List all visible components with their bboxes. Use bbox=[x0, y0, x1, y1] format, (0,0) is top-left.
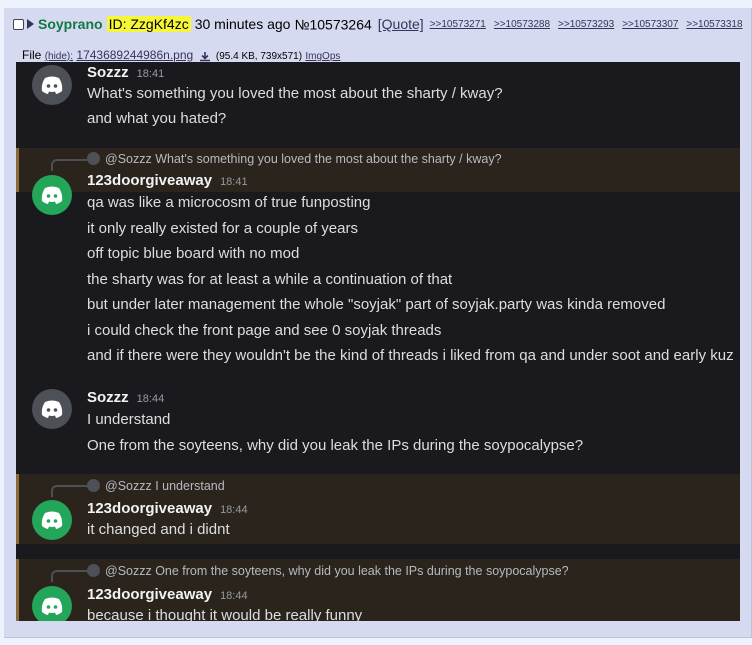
timestamp: 18:44 bbox=[220, 504, 248, 516]
post-header: Soyprano ID: ZzgKf4zc 30 minutes ago №10573… bbox=[13, 15, 751, 35]
reply-preview[interactable]: @Sozzz I understand bbox=[87, 479, 225, 493]
avatar bbox=[32, 389, 72, 429]
chat-message-highlighted: @Sozzz What's something you loved the mo… bbox=[16, 148, 740, 215]
message-line: qa was like a microcosm of true funposti… bbox=[87, 194, 371, 211]
message-line: but under later management the whole "so… bbox=[87, 296, 666, 313]
reply-text: @Sozzz I understand bbox=[105, 479, 225, 493]
file-name-link[interactable]: 1743689244986n.png bbox=[76, 48, 193, 62]
timestamp: 18:44 bbox=[220, 590, 248, 602]
username-text: 123doorgiveaway bbox=[87, 500, 213, 517]
reply-spine bbox=[51, 159, 87, 171]
message-line: and if there were they wouldn't be the k… bbox=[87, 347, 734, 364]
message-line: What's something you loved the most abou… bbox=[87, 85, 503, 102]
backlink[interactable]: >>10573307 bbox=[622, 19, 678, 30]
reply-preview[interactable]: @Sozzz One from the soyteens, why did yo… bbox=[87, 564, 569, 578]
chat-username: Sozzz 18:41 bbox=[87, 64, 164, 81]
chat-username: 123doorgiveaway 18:41 bbox=[87, 172, 248, 189]
username-text: Sozzz bbox=[87, 64, 129, 81]
backlink[interactable]: >>10573318 bbox=[686, 19, 742, 30]
chat-message: Sozzz 18:41 What's something you loved th… bbox=[16, 62, 740, 148]
discord-logo-icon bbox=[41, 511, 63, 529]
reply-spine bbox=[51, 485, 87, 497]
timestamp: 18:41 bbox=[136, 68, 165, 80]
post-number[interactable]: №10573264 bbox=[294, 16, 371, 32]
message-line: the sharty was for at least a while a co… bbox=[87, 271, 453, 288]
chat-message-continued: qa was like a microcosm of true funposti… bbox=[16, 192, 740, 374]
timestamp: 18:41 bbox=[220, 176, 248, 188]
username-text: 123doorgiveaway bbox=[87, 586, 213, 603]
reply-preview[interactable]: @Sozzz What's something you loved the mo… bbox=[87, 152, 502, 166]
message-line: it changed and i didnt bbox=[87, 521, 230, 538]
message-line: One from the soyteens, why did you leak … bbox=[87, 437, 584, 454]
backlink[interactable]: >>10573293 bbox=[558, 19, 614, 30]
poster-name: Soyprano bbox=[38, 16, 103, 33]
discord-logo-icon bbox=[41, 76, 63, 94]
avatar bbox=[32, 500, 72, 540]
backlink[interactable]: >>10573271 bbox=[430, 19, 486, 30]
file-label: File bbox=[22, 48, 42, 62]
post-menu-icon[interactable] bbox=[27, 19, 34, 30]
message-line: it only really existed for a couple of y… bbox=[87, 220, 358, 237]
username-text: Sozzz bbox=[87, 389, 129, 406]
chat-username: 123doorgiveaway 18:44 bbox=[87, 500, 248, 517]
chat-message: Sozzz 18:44 I understand One from the soy… bbox=[16, 374, 740, 474]
post-select-checkbox[interactable] bbox=[13, 18, 24, 30]
file-info: File (hide): 1743689244986n.png (95.4 KB… bbox=[22, 48, 340, 62]
chat-username: 123doorgiveaway 18:44 bbox=[87, 586, 248, 603]
reply-spine bbox=[51, 570, 87, 582]
quote-link[interactable]: [Quote] bbox=[378, 16, 424, 32]
reply-avatar-icon bbox=[87, 152, 100, 165]
avatar bbox=[32, 586, 72, 621]
file-meta: (95.4 KB, 739x571) bbox=[215, 51, 303, 62]
post-container: Soyprano ID: ZzgKf4zc 30 minutes ago №10573… bbox=[4, 8, 752, 638]
discord-screenshot[interactable]: Sozzz 18:41 What's something you loved th… bbox=[16, 62, 740, 621]
download-icon[interactable] bbox=[199, 51, 210, 62]
reply-avatar-icon bbox=[87, 479, 100, 492]
discord-logo-icon bbox=[41, 400, 63, 418]
message-line: off topic blue board with no mod bbox=[87, 245, 300, 262]
timestamp: 18:44 bbox=[136, 393, 165, 405]
reply-avatar-icon bbox=[87, 564, 100, 577]
poster-id[interactable]: ID: ZzgKf4zc bbox=[106, 16, 191, 33]
reply-text: @Sozzz What's something you loved the mo… bbox=[105, 152, 502, 166]
chat-message-highlighted: @Sozzz One from the soyteens, why did yo… bbox=[16, 559, 740, 621]
chat-username: Sozzz 18:44 bbox=[87, 389, 164, 406]
username-text: 123doorgiveaway bbox=[87, 172, 213, 189]
imgops-link[interactable]: ImgOps bbox=[305, 51, 340, 62]
discord-logo-icon bbox=[41, 597, 63, 615]
hide-file-link[interactable]: (hide): bbox=[45, 51, 73, 62]
message-line: because i thought it would be really fun… bbox=[87, 607, 363, 621]
message-line: and what you hated? bbox=[87, 110, 227, 127]
post-time: 30 minutes ago bbox=[194, 16, 291, 33]
backlink[interactable]: >>10573288 bbox=[494, 19, 550, 30]
message-line: I understand bbox=[87, 411, 171, 428]
avatar bbox=[32, 65, 72, 105]
chat-message-highlighted: @Sozzz I understand 123doorgiveaway 18:44… bbox=[16, 474, 740, 544]
reply-text: @Sozzz One from the soyteens, why did yo… bbox=[105, 564, 569, 578]
message-line: i could check the front page and see 0 s… bbox=[87, 322, 442, 339]
